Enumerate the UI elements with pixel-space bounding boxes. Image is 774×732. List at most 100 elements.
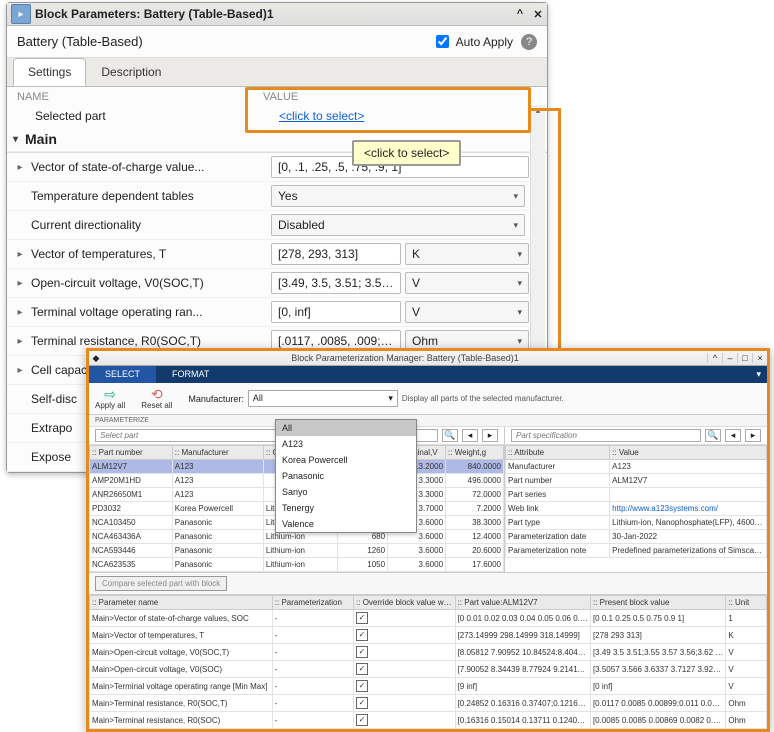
override-checkbox[interactable]: ✓ bbox=[356, 646, 368, 658]
dialog-subheader: Battery (Table-Based) Auto Apply ? bbox=[7, 26, 547, 58]
apply-all-button[interactable]: ⇨Apply all bbox=[95, 387, 125, 410]
auto-apply-label: Auto Apply bbox=[456, 35, 513, 49]
override-checkbox[interactable]: ✓ bbox=[356, 714, 368, 726]
expand-icon[interactable]: ▸ bbox=[13, 336, 27, 347]
tab-select[interactable]: SELECT bbox=[89, 366, 156, 383]
expand-icon[interactable]: ▸ bbox=[13, 307, 27, 318]
param-value-field[interactable]: [278, 293, 313] bbox=[271, 243, 401, 265]
table-row: ManufacturerA123 bbox=[506, 460, 767, 474]
dropdown-option[interactable]: Panasonic bbox=[276, 468, 416, 484]
unit-select[interactable]: V▾ bbox=[405, 272, 529, 294]
tab-overflow-icon[interactable]: ▾ bbox=[750, 366, 767, 383]
help-icon[interactable]: ? bbox=[521, 34, 537, 50]
selected-part-link[interactable]: <click to select> bbox=[279, 109, 364, 123]
override-checkbox[interactable]: ✓ bbox=[356, 697, 368, 709]
table-row[interactable]: NCA623535PanasonicLithium-ion10503.60001… bbox=[90, 558, 504, 572]
part-spec-search[interactable] bbox=[511, 429, 701, 442]
param-row: ▸ Open-circuit voltage, V0(SOC,T) [3.49,… bbox=[7, 269, 547, 298]
tab-description[interactable]: Description bbox=[86, 58, 176, 86]
manufacturer-dropdown-list: All A123 Korea Powercell Panasonic Sanyo… bbox=[275, 419, 417, 533]
dropdown-option[interactable]: Valence bbox=[276, 516, 416, 532]
manufacturer-hint: Display all parts of the selected manufa… bbox=[402, 394, 564, 403]
override-checkbox[interactable]: ✓ bbox=[356, 612, 368, 624]
parameterization-manager-window: ◆ Block Parameterization Manager: Batter… bbox=[86, 348, 770, 732]
param-name: Current directionality bbox=[27, 218, 271, 232]
auto-apply-checkbox[interactable] bbox=[436, 35, 449, 48]
dropdown-option[interactable]: All bbox=[276, 420, 416, 436]
auto-apply-option[interactable]: Auto Apply bbox=[432, 32, 513, 51]
tab-settings[interactable]: Settings bbox=[13, 58, 86, 86]
unit-select[interactable]: V▾ bbox=[405, 301, 529, 323]
param-name: Self-disc bbox=[27, 392, 93, 406]
window-up-button[interactable]: ^ bbox=[707, 353, 722, 363]
param-name: Vector of temperatures, T bbox=[27, 247, 271, 261]
param-row: Self-disc bbox=[7, 385, 93, 414]
param-select[interactable]: Disabled▾ bbox=[271, 214, 525, 236]
window-close-button[interactable]: × bbox=[752, 353, 767, 363]
window-close-button[interactable]: ✕ bbox=[529, 8, 547, 21]
next-icon[interactable]: ▸ bbox=[482, 429, 498, 442]
override-checkbox[interactable]: ✓ bbox=[356, 663, 368, 675]
table-row: Part typeLithium-ion, Nanophosphate(LFP)… bbox=[506, 516, 767, 530]
next-icon[interactable]: ▸ bbox=[745, 429, 761, 442]
override-checkbox[interactable]: ✓ bbox=[356, 629, 368, 641]
dropdown-option[interactable]: A123 bbox=[276, 436, 416, 452]
manufacturer-dropdown[interactable]: All▾ bbox=[248, 390, 398, 407]
expand-icon[interactable]: ▸ bbox=[13, 365, 27, 376]
window-min-button[interactable]: ^ bbox=[511, 8, 529, 20]
param-row: Temperature dependent tables Yes▾ bbox=[7, 182, 547, 211]
search-icon[interactable]: 🔍 bbox=[705, 429, 721, 442]
param-name: Open-circuit voltage, V0(SOC,T) bbox=[27, 276, 271, 290]
param-compare-header: :: Parameter name :: Parameterization ::… bbox=[90, 596, 767, 610]
expand-icon[interactable]: ▸ bbox=[13, 278, 27, 289]
section-main-label: Main bbox=[25, 131, 57, 147]
prev-icon[interactable]: ◂ bbox=[462, 429, 478, 442]
window-max-button[interactable]: □ bbox=[737, 353, 752, 363]
table-row: Main>Vector of temperatures, T-✓[273.149… bbox=[90, 627, 767, 644]
chevron-down-icon: ▾ bbox=[517, 307, 522, 318]
expand-icon[interactable]: ▸ bbox=[13, 249, 27, 260]
header-value: VALUE bbox=[263, 91, 521, 103]
section-main[interactable]: ▾ Main bbox=[7, 127, 547, 152]
prev-icon[interactable]: ◂ bbox=[725, 429, 741, 442]
param-select[interactable]: Yes▾ bbox=[271, 185, 525, 207]
search-icon[interactable]: 🔍 bbox=[442, 429, 458, 442]
override-checkbox[interactable]: ✓ bbox=[356, 680, 368, 692]
compare-button[interactable]: Compare selected part with block bbox=[95, 576, 227, 591]
param-row: Expose bbox=[7, 443, 93, 472]
param-name: Temperature dependent tables bbox=[27, 189, 271, 203]
manager-toolbar: ⇨Apply all ⟲Reset all Manufacturer: All▾… bbox=[89, 383, 767, 415]
table-row: Main>Open-circuit voltage, V0(SOC)-✓[7.9… bbox=[90, 661, 767, 678]
expand-icon[interactable]: ▸ bbox=[13, 162, 27, 173]
manufacturer-label: Manufacturer: bbox=[188, 394, 244, 404]
window-app-icon: ▸ bbox=[11, 4, 31, 24]
manager-title: Block Parameterization Manager: Battery … bbox=[103, 353, 707, 363]
chevron-down-icon: ▾ bbox=[517, 278, 522, 289]
dropdown-option[interactable]: Tenergy bbox=[276, 500, 416, 516]
param-row: Extrapo bbox=[7, 414, 93, 443]
table-row: Main>Terminal resistance, R0(SOC)-✓[0.16… bbox=[90, 712, 767, 729]
chevron-down-icon: ▾ bbox=[517, 336, 522, 347]
param-value-field[interactable]: [3.49, 3.5, 3.51; 3.55,... bbox=[271, 272, 401, 294]
table-row: Parameterization notePredefined paramete… bbox=[506, 544, 767, 558]
param-name: Terminal resistance, R0(SOC,T) bbox=[27, 334, 271, 348]
unit-select[interactable]: K▾ bbox=[405, 243, 529, 265]
compare-bar: Compare selected part with block bbox=[89, 573, 767, 595]
param-name: Expose bbox=[27, 450, 93, 464]
param-value-field[interactable]: [0, inf] bbox=[271, 301, 401, 323]
table-row: Main>Vector of state-of-charge values, S… bbox=[90, 610, 767, 627]
param-row: ▸ Terminal voltage operating ran... [0, … bbox=[7, 298, 547, 327]
section-parameterize-label: PARAMETERIZE bbox=[89, 415, 767, 427]
highlight-connector bbox=[528, 108, 561, 355]
window-min-button[interactable]: – bbox=[722, 353, 737, 363]
dropdown-option[interactable]: Sanyo bbox=[276, 484, 416, 500]
table-row: Part series bbox=[506, 488, 767, 502]
dialog-tabs: Settings Description bbox=[7, 58, 547, 87]
tab-format[interactable]: FORMAT bbox=[156, 366, 225, 383]
table-row: Part numberALM12V7 bbox=[506, 474, 767, 488]
param-row: Current directionality Disabled▾ bbox=[7, 211, 547, 240]
reset-all-button[interactable]: ⟲Reset all bbox=[141, 387, 172, 410]
table-row[interactable]: NCA593446PanasonicLithium-ion12603.60002… bbox=[90, 544, 504, 558]
dropdown-option[interactable]: Korea Powercell bbox=[276, 452, 416, 468]
param-compare-table: :: Parameter name :: Parameterization ::… bbox=[89, 595, 767, 729]
